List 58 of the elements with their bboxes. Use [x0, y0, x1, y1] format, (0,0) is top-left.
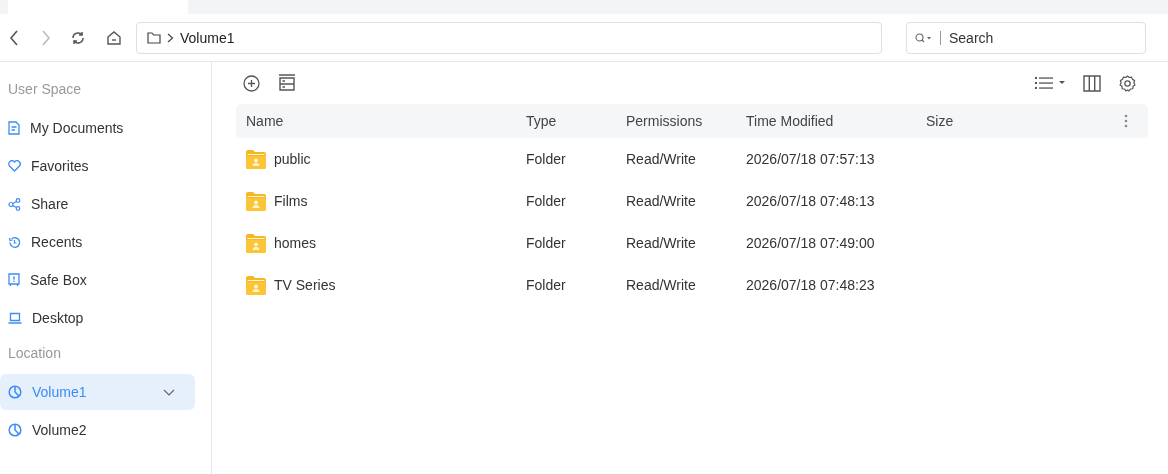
more-icon[interactable]: [1124, 114, 1128, 128]
column-header[interactable]: Time Modified: [746, 113, 926, 129]
sidebar-item[interactable]: My Documents: [0, 110, 195, 146]
sidebar-item[interactable]: Favorites: [0, 148, 195, 184]
pie-chart-icon: [8, 385, 22, 399]
list-view-icon[interactable]: [1035, 76, 1065, 90]
column-header[interactable]: Type: [526, 113, 626, 129]
pie-chart-icon: [8, 423, 22, 437]
table-cell-text: Read/Write: [626, 235, 697, 251]
heart-icon: [8, 160, 21, 172]
folder-icon: [246, 275, 266, 295]
table-cell-text: 2026/07/18 07:48:23: [746, 277, 876, 293]
laptop-icon: [8, 312, 22, 324]
columns-icon[interactable]: [1083, 74, 1101, 92]
add-icon[interactable]: [243, 74, 260, 92]
sidebar-item[interactable]: Recents: [0, 224, 195, 260]
file-name[interactable]: TV Series: [274, 277, 336, 293]
column-header[interactable]: Name: [246, 113, 526, 129]
search-icon[interactable]: [915, 32, 933, 43]
safe-icon: [8, 273, 20, 287]
folder-icon: [147, 31, 161, 44]
column-header[interactable]: Permissions: [626, 113, 746, 129]
document-icon: [8, 121, 20, 135]
sidebar-item[interactable]: Desktop: [0, 300, 195, 336]
refresh-icon[interactable]: [70, 29, 86, 46]
back-icon[interactable]: [8, 28, 20, 47]
chevron-icon: [167, 32, 174, 43]
sidebar-item[interactable]: Safe Box: [0, 262, 195, 298]
share-icon: [8, 197, 21, 211]
table-cell-text: 2026/07/18 07:48:13: [746, 193, 876, 209]
file-name[interactable]: Films: [274, 193, 308, 209]
history-icon: [8, 235, 21, 249]
search-field[interactable]: Search: [906, 21, 1146, 54]
table-cell-text: 2026/07/18 07:49:00: [746, 235, 876, 251]
file-name[interactable]: homes: [274, 235, 317, 251]
column-header[interactable]: Size: [926, 113, 1076, 129]
sidebar-item[interactable]: Share: [0, 186, 195, 222]
server-icon[interactable]: [278, 74, 296, 92]
table-cell-text: Folder: [526, 277, 567, 293]
sidebar-item[interactable]: Volume2: [0, 412, 195, 448]
home-icon[interactable]: [106, 29, 122, 46]
table-cell-text: Folder: [526, 151, 567, 167]
table-cell-text: Read/Write: [626, 151, 697, 167]
table-cell-text: Folder: [526, 235, 567, 251]
file-name[interactable]: public: [274, 151, 311, 167]
folder-icon: [246, 233, 266, 253]
chevron-down-icon[interactable]: [163, 388, 175, 396]
sidebar-section-title: User Space: [7, 80, 83, 99]
address-bar[interactable]: Volume1: [136, 21, 882, 54]
settings-icon[interactable]: [1119, 74, 1136, 92]
breadcrumb-item[interactable]: Volume1: [180, 29, 235, 46]
table-cell-text: Read/Write: [626, 193, 697, 209]
folder-icon: [246, 149, 266, 169]
table-cell-text: 2026/07/18 07:57:13: [746, 151, 876, 167]
sidebar-section-title: Location: [7, 344, 62, 363]
table-cell-text: Read/Write: [626, 277, 697, 293]
table-cell-text: Folder: [526, 193, 567, 209]
folder-icon: [246, 191, 266, 211]
